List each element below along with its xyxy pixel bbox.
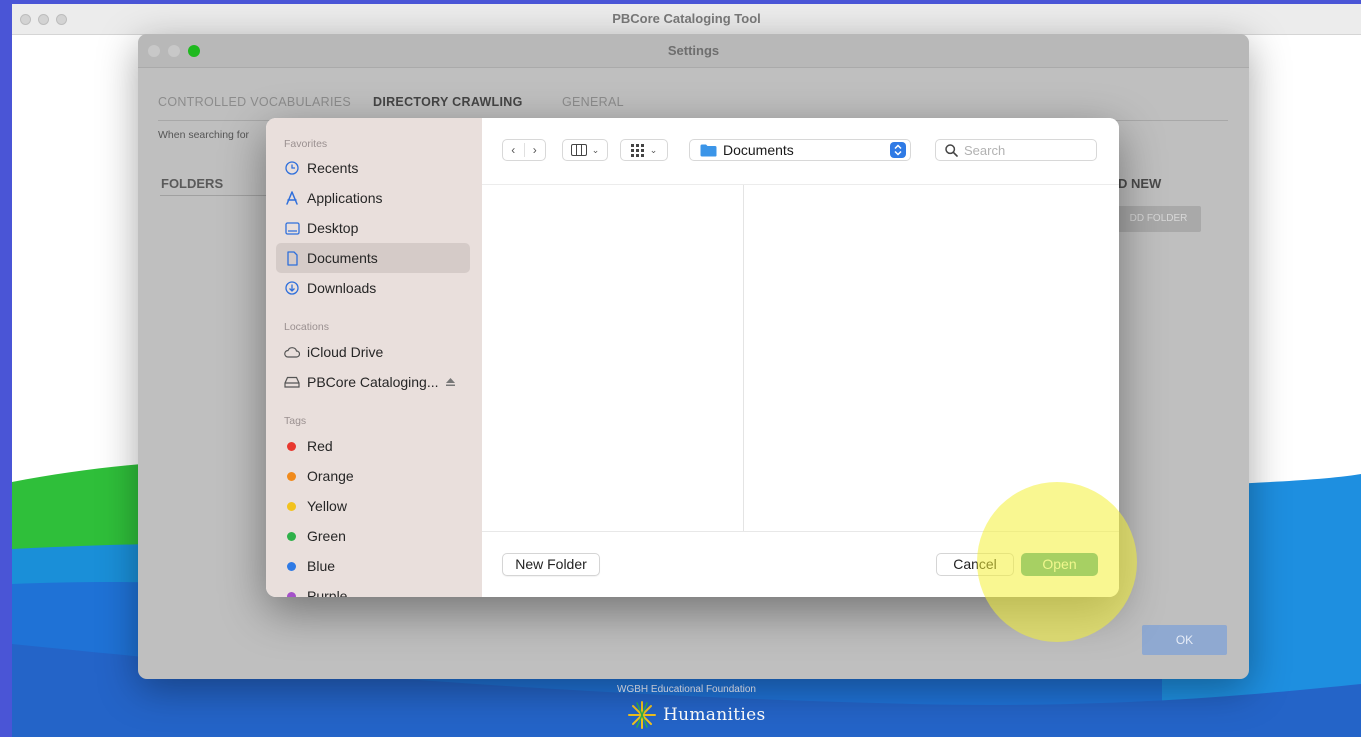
download-icon <box>284 280 300 296</box>
sidebar-tag-red[interactable]: Red <box>276 431 470 461</box>
chevron-down-icon: ⌄ <box>649 144 658 155</box>
sidebar-item-applications[interactable]: Applications <box>276 183 470 213</box>
dialog-sidebar: Favorites Recents Applications Desktop D… <box>266 118 482 597</box>
search-field[interactable]: Search <box>935 139 1097 161</box>
grid-icon <box>630 143 644 157</box>
clock-icon <box>284 160 300 176</box>
open-file-dialog: Favorites Recents Applications Desktop D… <box>266 118 1119 597</box>
humanities-logo: Humanities <box>627 700 765 730</box>
yellow-tag-dot <box>287 501 296 511</box>
favorites-heading: Favorites <box>284 138 328 150</box>
view-columns-button[interactable]: ⌄ <box>562 139 608 161</box>
add-new-heading: D NEW <box>1118 176 1162 191</box>
column-divider[interactable] <box>743 185 744 531</box>
sidebar-item-label: PBCore Cataloging... <box>307 374 439 390</box>
sidebar-item-label: Documents <box>307 250 378 266</box>
desktop-screen: PBCore Cataloging Tool WGBH Educational … <box>12 4 1361 737</box>
location-popup[interactable]: Documents <box>689 139 911 161</box>
app-titlebar: PBCore Cataloging Tool <box>12 4 1361 35</box>
sidebar-item-icloud-drive[interactable]: iCloud Drive <box>276 337 470 367</box>
sidebar-item-label: iCloud Drive <box>307 344 384 360</box>
location-popup-label: Documents <box>723 142 794 158</box>
sidebar-item-label: Recents <box>307 160 359 176</box>
sidebar-item-label: Desktop <box>307 220 359 236</box>
chevron-down-icon: ⌄ <box>591 144 600 155</box>
applications-icon <box>284 190 300 206</box>
forward-chevron-icon[interactable]: › <box>525 143 546 157</box>
drive-icon <box>284 374 300 390</box>
logo-wordmark: Humanities <box>663 705 766 725</box>
tags-heading: Tags <box>284 415 307 427</box>
sidebar-item-downloads[interactable]: Downloads <box>276 273 470 303</box>
group-by-button[interactable]: ⌄ <box>620 139 668 161</box>
desktop-icon <box>284 220 300 236</box>
sidebar-tag-green[interactable]: Green <box>276 521 470 551</box>
sidebar-item-recents[interactable]: Recents <box>276 153 470 183</box>
folders-divider <box>160 195 280 196</box>
sidebar-item-documents[interactable]: Documents <box>276 243 470 273</box>
green-tag-dot <box>287 531 296 541</box>
red-tag-dot <box>287 441 296 451</box>
tab-general[interactable]: GENERAL <box>562 95 624 109</box>
add-folder-button[interactable]: DD FOLDER <box>1116 206 1201 232</box>
directory-description: When searching for <box>158 129 250 141</box>
back-forward-control[interactable]: ‹ › <box>502 139 546 161</box>
folder-icon <box>700 144 717 157</box>
back-chevron-icon[interactable]: ‹ <box>503 143 525 157</box>
search-icon <box>945 144 958 157</box>
sidebar-item-label: Blue <box>307 558 336 574</box>
locations-heading: Locations <box>284 321 329 333</box>
sidebar-item-label: Orange <box>307 468 354 484</box>
document-icon <box>284 250 300 266</box>
sidebar-tag-blue[interactable]: Blue <box>276 551 470 581</box>
blue-tag-dot <box>287 561 296 571</box>
sidebar-tag-orange[interactable]: Orange <box>276 461 470 491</box>
sidebar-item-desktop[interactable]: Desktop <box>276 213 470 243</box>
dialog-toolbar: ‹ › ⌄ ⌄ Documents Search <box>482 118 1119 185</box>
cancel-button[interactable]: Cancel <box>936 553 1014 576</box>
columns-view-icon <box>570 144 587 156</box>
footer-divider <box>482 531 1119 532</box>
open-button[interactable]: Open <box>1021 553 1098 576</box>
cloud-icon <box>284 344 300 360</box>
app-title: PBCore Cataloging Tool <box>612 11 761 26</box>
eject-icon[interactable] <box>445 374 456 390</box>
sidebar-item-label: Green <box>307 528 346 544</box>
tab-directory-crawling[interactable]: DIRECTORY CRAWLING <box>373 95 523 109</box>
settings-titlebar: Settings <box>138 34 1249 68</box>
sidebar-item-pbcore-volume[interactable]: PBCore Cataloging... <box>276 367 470 397</box>
purple-tag-dot <box>287 591 296 597</box>
sidebar-item-label: Purple <box>307 588 348 597</box>
settings-title: Settings <box>667 43 720 58</box>
orange-tag-dot <box>287 471 296 481</box>
stepper-icon <box>890 142 906 158</box>
new-folder-button[interactable]: New Folder <box>502 553 600 576</box>
search-placeholder: Search <box>964 143 1006 158</box>
sidebar-item-label: Applications <box>307 190 383 206</box>
sunburst-logo-icon <box>628 701 656 729</box>
sidebar-tag-purple[interactable]: Purple <box>276 581 470 597</box>
folders-heading: FOLDERS <box>161 176 224 191</box>
ok-button[interactable]: OK <box>1142 625 1227 655</box>
sidebar-tag-yellow[interactable]: Yellow <box>276 491 470 521</box>
sidebar-item-label: Yellow <box>307 498 347 514</box>
dialog-browser: ‹ › ⌄ ⌄ Documents Search New Folder Canc… <box>482 118 1119 597</box>
sidebar-item-label: Red <box>307 438 333 454</box>
sidebar-item-label: Downloads <box>307 280 377 296</box>
organization-footer: WGBH Educational Foundation <box>617 684 756 695</box>
tab-controlled-vocabularies[interactable]: CONTROLLED VOCABULARIES <box>158 95 351 109</box>
